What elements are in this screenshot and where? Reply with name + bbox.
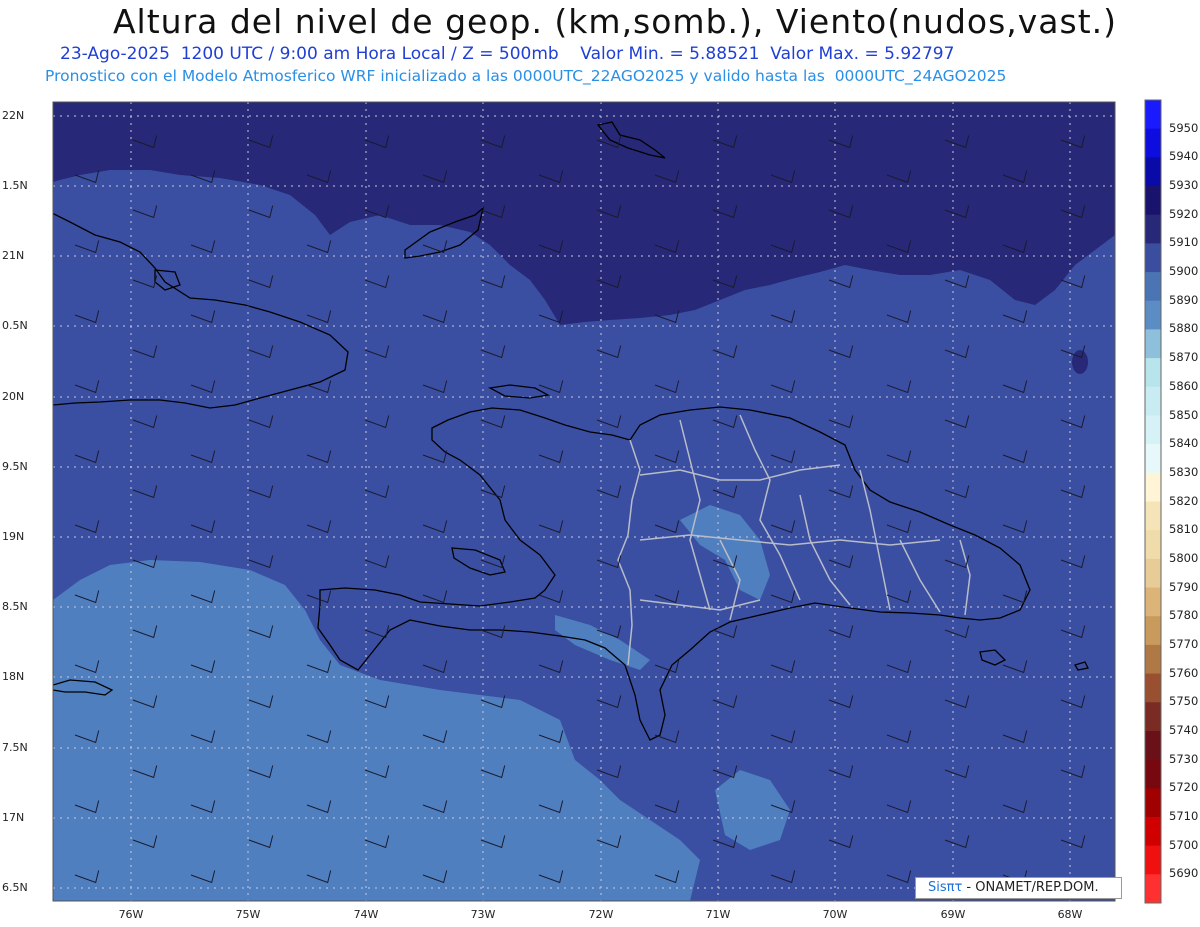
colorbar-swatch: [1145, 243, 1161, 273]
colorbar-swatch: [1145, 300, 1161, 330]
lat-label: 0.5N: [2, 319, 28, 332]
colorbar-swatch: [1145, 759, 1161, 789]
lat-label: 21N: [2, 249, 25, 262]
colorbar-swatch: [1145, 214, 1161, 244]
lat-label: 19N: [2, 530, 25, 543]
colorbar-tick-label: 5780: [1169, 608, 1199, 623]
colorbar-tick-label: 5850: [1169, 407, 1199, 422]
colorbar-swatch: [1145, 186, 1161, 216]
lat-label: 20N: [2, 390, 25, 403]
colorbar-tick-label: 5930: [1169, 178, 1199, 192]
geopotential-spot-5910-east: [1072, 350, 1088, 374]
colorbar-tick-label: 5830: [1169, 464, 1199, 479]
colorbar-swatch: [1145, 128, 1161, 158]
lat-label: 8.5N: [2, 600, 28, 613]
colorbar-tick-label: 5710: [1169, 809, 1199, 823]
colorbar-swatch: [1145, 845, 1161, 875]
lat-label: 6.5N: [2, 881, 28, 894]
credit-box: Sisπτ - ONAMET/REP.DOM.: [915, 877, 1122, 899]
colorbar-swatch: [1145, 874, 1161, 904]
colorbar-tick-label: 5770: [1169, 636, 1199, 651]
colorbar-tick-label: 5900: [1169, 264, 1199, 279]
colorbar-swatch: [1145, 501, 1161, 531]
map-figure: [52, 99, 1162, 904]
colorbar-tick-label: 5820: [1169, 493, 1199, 508]
colorbar-tick-label: 5740: [1169, 722, 1199, 737]
colorbar-tick-label: 5730: [1169, 751, 1199, 766]
colorbar-tick-label: 5860: [1169, 378, 1199, 393]
colorbar-tick-label: 5810: [1169, 522, 1199, 537]
cayman-coast: [53, 644, 54, 645]
lon-label: 74W: [353, 908, 379, 921]
colorbar-swatch: [1145, 730, 1161, 761]
colorbar-swatch: [1145, 444, 1161, 474]
colorbar-tick-label: 5700: [1169, 837, 1199, 852]
lat-label: 1.5N: [2, 179, 28, 192]
colorbar-tick-label: 5910: [1169, 235, 1199, 250]
credit-brand: Sisπτ: [928, 880, 963, 895]
colorbar-swatch: [1145, 616, 1161, 646]
lat-label: 22N: [2, 109, 25, 122]
lat-label: 9.5N: [2, 460, 28, 473]
colorbar-swatch: [1145, 272, 1161, 302]
colorbar-tick-label: 5940: [1169, 149, 1199, 164]
colorbar-swatch: [1145, 472, 1161, 502]
colorbar-swatch: [1145, 702, 1161, 732]
colorbar-tick-label: 5880: [1169, 321, 1199, 336]
lon-label: 71W: [705, 908, 731, 921]
lon-label: 68W: [1057, 908, 1083, 921]
colorbar: [1144, 99, 1162, 904]
colorbar-tick-label: 5890: [1169, 292, 1199, 307]
colorbar-swatch: [1145, 673, 1161, 703]
colorbar-swatch: [1145, 558, 1161, 589]
lat-label: 7.5N: [2, 741, 28, 754]
colorbar-swatch: [1145, 788, 1161, 818]
colorbar-swatch: [1145, 644, 1161, 675]
colorbar-tick-label: 5870: [1169, 350, 1199, 365]
lat-label: 17N: [2, 811, 25, 824]
colorbar-tick-label: 5720: [1169, 780, 1199, 795]
colorbar-tick-label: 5920: [1169, 206, 1199, 221]
colorbar-tick-label: 5840: [1169, 436, 1199, 451]
credit-text: - ONAMET/REP.DOM.: [962, 880, 1099, 895]
lon-label: 76W: [118, 908, 144, 921]
colorbar-swatch: [1145, 816, 1161, 847]
lon-label: 73W: [470, 908, 496, 921]
colorbar-swatch: [1145, 587, 1161, 617]
lon-label: 72W: [588, 908, 614, 921]
colorbar-tick-label: 5950: [1169, 120, 1199, 135]
lon-label: 70W: [822, 908, 848, 921]
map-plot-area: [53, 102, 1115, 901]
lon-label: 69W: [940, 908, 966, 921]
colorbar-swatch: [1145, 358, 1161, 388]
colorbar-swatch: [1145, 329, 1161, 359]
colorbar-swatch: [1145, 386, 1161, 416]
colorbar-tick-label: 5760: [1169, 665, 1199, 680]
lon-label: 75W: [235, 908, 261, 921]
colorbar-swatch: [1145, 415, 1161, 445]
lat-label: 18N: [2, 670, 25, 683]
colorbar-swatch: [1145, 100, 1161, 130]
colorbar-tick-label: 5790: [1169, 579, 1199, 594]
colorbar-swatch: [1145, 530, 1161, 560]
colorbar-tick-label: 5800: [1169, 550, 1199, 565]
colorbar-tick-label: 5750: [1169, 694, 1199, 709]
colorbar-tick-label: 5690: [1169, 866, 1199, 881]
colorbar-swatch: [1145, 157, 1161, 187]
